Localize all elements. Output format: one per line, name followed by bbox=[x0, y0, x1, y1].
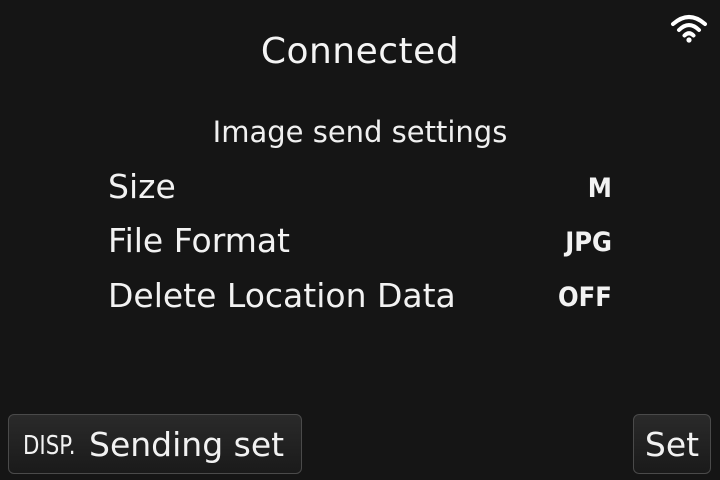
disp-key-label: DISP. bbox=[23, 431, 76, 461]
sending-set-label: Sending set bbox=[89, 425, 285, 464]
setting-label-delete-location-data: Delete Location Data bbox=[108, 276, 456, 315]
setting-label-size: Size bbox=[108, 167, 176, 206]
camera-screen: Connected Image send settings Size M Fil… bbox=[0, 0, 720, 480]
setting-row-file-format[interactable]: File Format JPG bbox=[108, 219, 620, 263]
image-send-settings-title: Image send settings bbox=[212, 115, 508, 149]
set-button-label: Set bbox=[644, 425, 700, 464]
setting-value-delete-location-data: OFF bbox=[558, 282, 612, 313]
set-button[interactable]: Set bbox=[633, 414, 711, 474]
setting-row-delete-location-data[interactable]: Delete Location Data OFF bbox=[108, 274, 620, 318]
setting-label-file-format: File Format bbox=[108, 221, 290, 260]
connection-status-title: Connected bbox=[260, 31, 460, 72]
setting-value-file-format: JPG bbox=[565, 227, 612, 258]
setting-row-size[interactable]: Size M bbox=[108, 165, 620, 209]
sending-set-button[interactable]: DISP. Sending set bbox=[8, 414, 302, 474]
setting-value-size: M bbox=[587, 173, 612, 204]
